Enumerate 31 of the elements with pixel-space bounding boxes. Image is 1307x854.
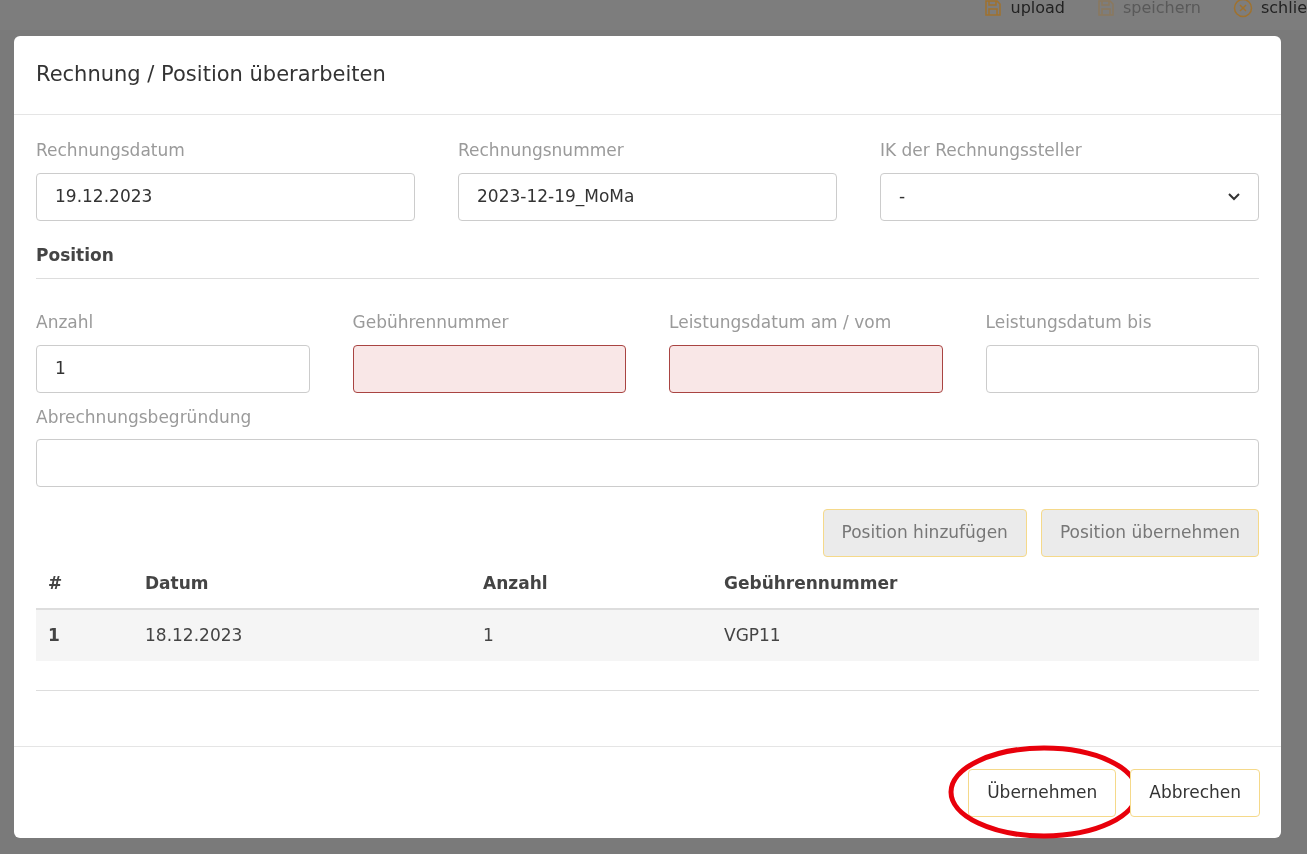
input-field[interactable] bbox=[669, 344, 943, 393]
input-field[interactable]: 2023-12-19_MoMa bbox=[458, 172, 837, 221]
close-icon[interactable] bbox=[1233, 0, 1253, 18]
field-label: Rechnungsnummer bbox=[458, 139, 625, 162]
table-cell: 18.12.2023 bbox=[145, 624, 243, 645]
apply-button[interactable]: Übernehmen bbox=[968, 768, 1117, 817]
chevron-down-icon bbox=[1228, 192, 1240, 201]
field-label: Abrechnungsbegründung bbox=[36, 405, 253, 429]
toolbar-label[interactable]: schlie bbox=[1261, 0, 1307, 18]
table-cell: 1 bbox=[483, 624, 494, 645]
table-cell: VGP11 bbox=[724, 624, 781, 645]
column-header: Gebührennummer bbox=[724, 572, 898, 593]
table-cell: 1 bbox=[48, 624, 60, 645]
section-title: Position bbox=[36, 242, 1259, 279]
field-label: IK der Rechnungssteller bbox=[880, 139, 1083, 162]
column-header: Datum bbox=[145, 572, 209, 593]
input-field[interactable]: 1 bbox=[36, 344, 310, 393]
column-header: # bbox=[48, 572, 63, 593]
field-label: Gebührennummer bbox=[352, 311, 510, 334]
input-field[interactable] bbox=[352, 344, 626, 393]
field-label: Leistungsdatum bis bbox=[985, 311, 1153, 334]
save-icon[interactable] bbox=[984, 0, 1003, 17]
field-label: Leistungsdatum am / vom bbox=[669, 311, 893, 334]
cancel-button[interactable]: Abbrechen bbox=[1130, 768, 1260, 817]
dialog-title: Rechnung / Position überarbeiten bbox=[36, 61, 386, 89]
toolbar-label[interactable]: upload bbox=[1010, 0, 1065, 18]
column-header: Anzahl bbox=[483, 572, 548, 593]
select-field[interactable]: - bbox=[880, 172, 1259, 221]
field-label: Anzahl bbox=[36, 311, 95, 334]
field-label: Rechnungsdatum bbox=[36, 139, 186, 162]
input-field[interactable]: 19.12.2023 bbox=[36, 172, 415, 221]
